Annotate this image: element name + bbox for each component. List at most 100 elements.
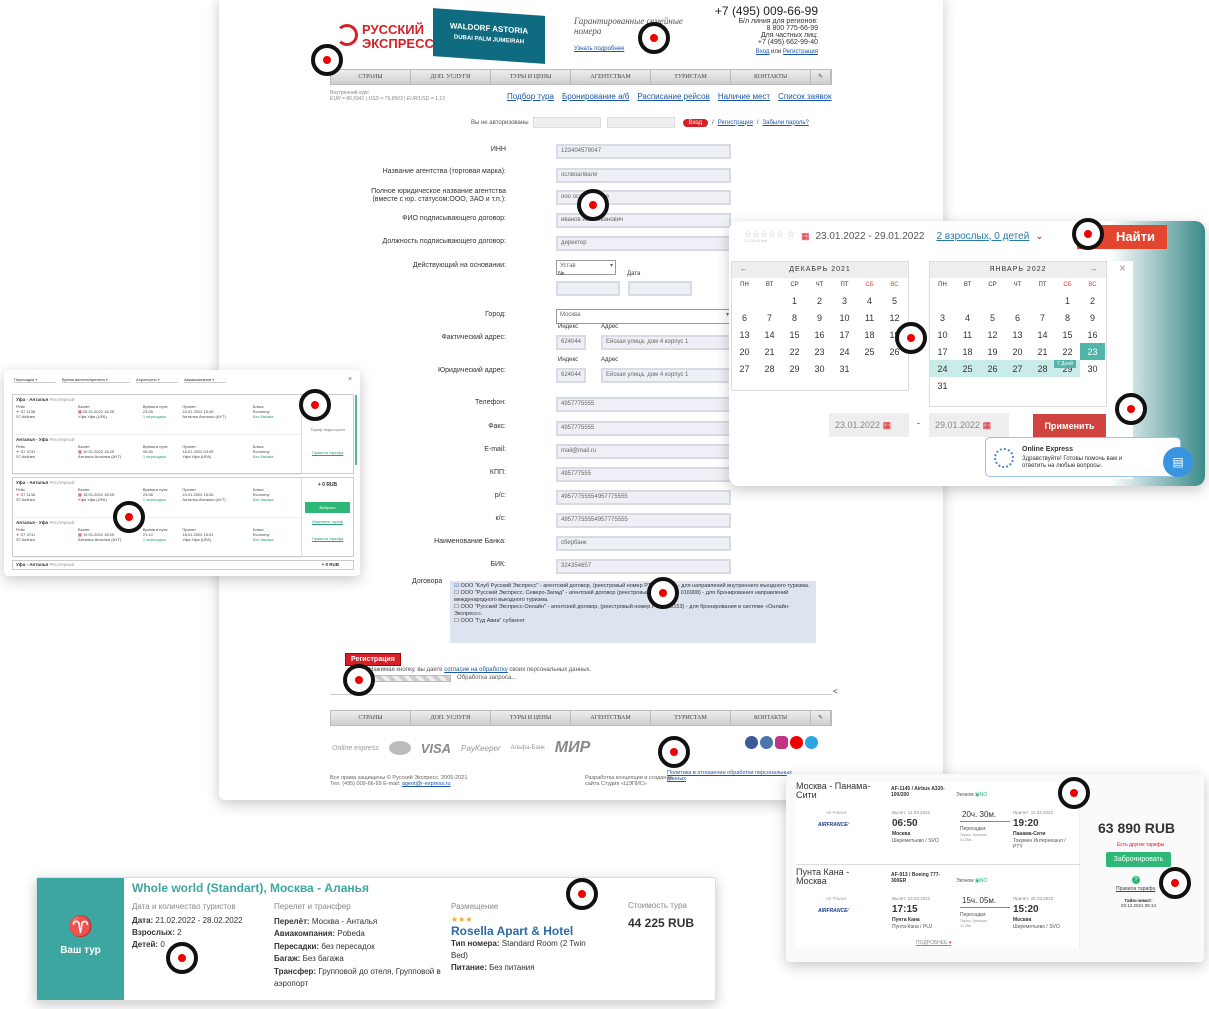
login-input[interactable]	[532, 117, 601, 128]
nav-agencies[interactable]: АГЕНТСТВАМ	[571, 70, 651, 84]
phone-input[interactable]: 4957775555	[556, 397, 731, 412]
position-input[interactable]: директор	[556, 236, 731, 251]
calendar-day[interactable]: 17	[832, 326, 857, 343]
calendar-day[interactable]: 15	[782, 326, 807, 343]
flight-segment[interactable]: Анталья - Уфа Регулярный Рейс Вылет Время в…	[13, 518, 301, 558]
calendar-day[interactable]: 27	[1005, 360, 1030, 377]
calendar-day[interactable]: 22	[782, 343, 807, 360]
calendar-day[interactable]: 20	[1005, 343, 1030, 360]
calendar-day[interactable]: 11	[955, 326, 980, 343]
nav-services[interactable]: ДОП. УСЛУГИ	[411, 711, 491, 725]
calendar-day[interactable]: 11	[857, 309, 882, 326]
close-icon[interactable]: ×	[1119, 261, 1126, 275]
calendar-day[interactable]: 3	[832, 292, 857, 309]
logo[interactable]: РУССКИЙ ЭКСПРЕСС	[336, 20, 436, 60]
calendar-day[interactable]: 24	[930, 360, 955, 377]
calendar-day[interactable]: 10	[930, 326, 955, 343]
calendar-day[interactable]: 21	[1030, 343, 1055, 360]
contract-item[interactable]: ☐ ООО "Гуд Авиа" субагент	[454, 618, 812, 625]
calendar-day[interactable]: 6	[732, 309, 757, 326]
calendar-day[interactable]: 2	[807, 292, 832, 309]
calendar-day[interactable]: 2	[1080, 292, 1105, 309]
checkbox-icon[interactable]: ☐	[454, 590, 459, 596]
calendar-day[interactable]: 10	[832, 309, 857, 326]
basis-date-input[interactable]	[628, 281, 692, 296]
city-select[interactable]: Москва ▾	[556, 309, 732, 324]
calendar-day[interactable]: 13	[732, 326, 757, 343]
rs-input[interactable]: 49577755554957775555	[556, 490, 731, 505]
calendar-day[interactable]: 13	[1005, 326, 1030, 343]
auth-login-button[interactable]: Вход	[682, 118, 709, 127]
contract-item[interactable]: ☐ ООО "Русский Экспресс-Онлайн" - агентс…	[454, 604, 812, 618]
calendar-day[interactable]: 12	[980, 326, 1005, 343]
calendar-day[interactable]: 18	[955, 343, 980, 360]
basis-number-input[interactable]	[556, 281, 620, 296]
nav-agencies[interactable]: АГЕНТСТВАМ	[571, 711, 651, 725]
date-range[interactable]: 23.01.2022 - 29.01.2022	[815, 231, 924, 242]
calendar-day[interactable]: 30	[807, 360, 832, 377]
link-orders[interactable]: Список заявок	[778, 92, 831, 101]
fare-rules-link[interactable]: Правила тарифа	[302, 536, 353, 541]
calendar-day[interactable]: 18	[857, 326, 882, 343]
nav-tours[interactable]: ТУРЫ И ЦЕНЫ	[491, 711, 571, 725]
nav-contacts[interactable]: КОНТАКТЫ	[731, 70, 811, 84]
fare-rules-link[interactable]: Правила тарифа	[1116, 886, 1155, 892]
calendar-day[interactable]: 16	[1080, 326, 1105, 343]
forgot-password-link[interactable]: Забыли пароль?	[763, 120, 809, 126]
calendar-day[interactable]: 30	[1080, 360, 1105, 377]
contract-item[interactable]: ☑ ООО "Клуб Русский Экспресс" - агентски…	[454, 583, 812, 590]
calendar-day[interactable]: 23	[807, 343, 832, 360]
youtube-icon[interactable]	[790, 736, 803, 749]
calendar-day[interactable]: 27	[732, 360, 757, 377]
fact-index-input[interactable]: 624044	[556, 335, 586, 350]
calendar-day[interactable]: 21	[757, 343, 782, 360]
calendar-day[interactable]: 15	[1055, 326, 1080, 343]
calendar-day[interactable]: 25	[955, 360, 980, 377]
telegram-icon[interactable]	[805, 736, 818, 749]
agency-input[interactable]: ослвоалвале	[556, 168, 731, 183]
nav-contacts[interactable]: КОНТАКТЫ	[731, 711, 811, 725]
calendar-day[interactable]: 19	[980, 343, 1005, 360]
calendar-day[interactable]: 3	[930, 309, 955, 326]
filter-time[interactable]: Время вылета/прилета ▾	[62, 377, 130, 383]
ks-input[interactable]: 49577755554957775555	[556, 513, 731, 528]
date-to-input[interactable]: 29.01.2022 ▦	[929, 413, 1009, 437]
stops[interactable]: 1 пересадка	[143, 497, 182, 502]
stars-filter[interactable]: ☆☆☆☆☆ ☆ 1 2 3 4 5 все	[744, 229, 795, 243]
calendar-day[interactable]: 31	[832, 360, 857, 377]
nav-pin-icon[interactable]: ✎	[811, 70, 831, 84]
calendar-day[interactable]: 4	[857, 292, 882, 309]
link-schedule[interactable]: Расписание рейсов	[637, 92, 709, 101]
vk-icon[interactable]	[760, 736, 773, 749]
nav-tours[interactable]: ТУРЫ И ЦЕНЫ	[491, 70, 571, 84]
calendar-day[interactable]: 4	[955, 309, 980, 326]
link-availability[interactable]: Наличие мест	[718, 92, 770, 101]
chevron-down-icon[interactable]: ⌄	[1035, 231, 1043, 242]
calendar-day[interactable]: 25	[857, 343, 882, 360]
calendar-day[interactable]: 16	[807, 326, 832, 343]
bik-input[interactable]: 324354657	[556, 559, 731, 574]
legal-index-input[interactable]: 624044	[556, 368, 586, 383]
filter-airlines[interactable]: Авиакомпании ▾	[184, 377, 226, 383]
consent-link[interactable]: согласие на обработку	[444, 667, 508, 673]
nav-services[interactable]: ДОП. УСЛУГИ	[411, 70, 491, 84]
nav-countries[interactable]: СТРАНЫ	[331, 70, 411, 84]
change-fare-link[interactable]: Изменить тариф	[302, 519, 353, 524]
calendar-day[interactable]: 6	[1005, 309, 1030, 326]
star-icon[interactable]: ☆	[787, 229, 795, 239]
other-fares-link[interactable]: Есть другие тарифы	[1117, 842, 1164, 848]
basis-select[interactable]: Устав ▾	[556, 260, 616, 275]
calendar-day[interactable]: 9	[807, 309, 832, 326]
tour-title[interactable]: Whole world (Standart), Москва - Аланья	[132, 881, 369, 895]
calendar-day[interactable]: 31	[930, 377, 955, 394]
nav-tourists[interactable]: ТУРИСТАМ	[651, 711, 731, 725]
email-input[interactable]: mail@mail.ru	[556, 444, 731, 459]
scrollbar[interactable]	[355, 395, 357, 465]
stops[interactable]: 1 пересадка	[143, 454, 182, 459]
auth-register-link[interactable]: Регистрация	[718, 120, 753, 126]
chat-widget[interactable]: Online Express Здравствуйте! Готовы помо…	[985, 437, 1181, 477]
calendar-day[interactable]: 7	[1030, 309, 1055, 326]
next-month-icon[interactable]: →	[1090, 262, 1098, 278]
book-button[interactable]: Забронировать	[1106, 852, 1171, 867]
inn-input[interactable]: 123404578047	[556, 144, 731, 159]
